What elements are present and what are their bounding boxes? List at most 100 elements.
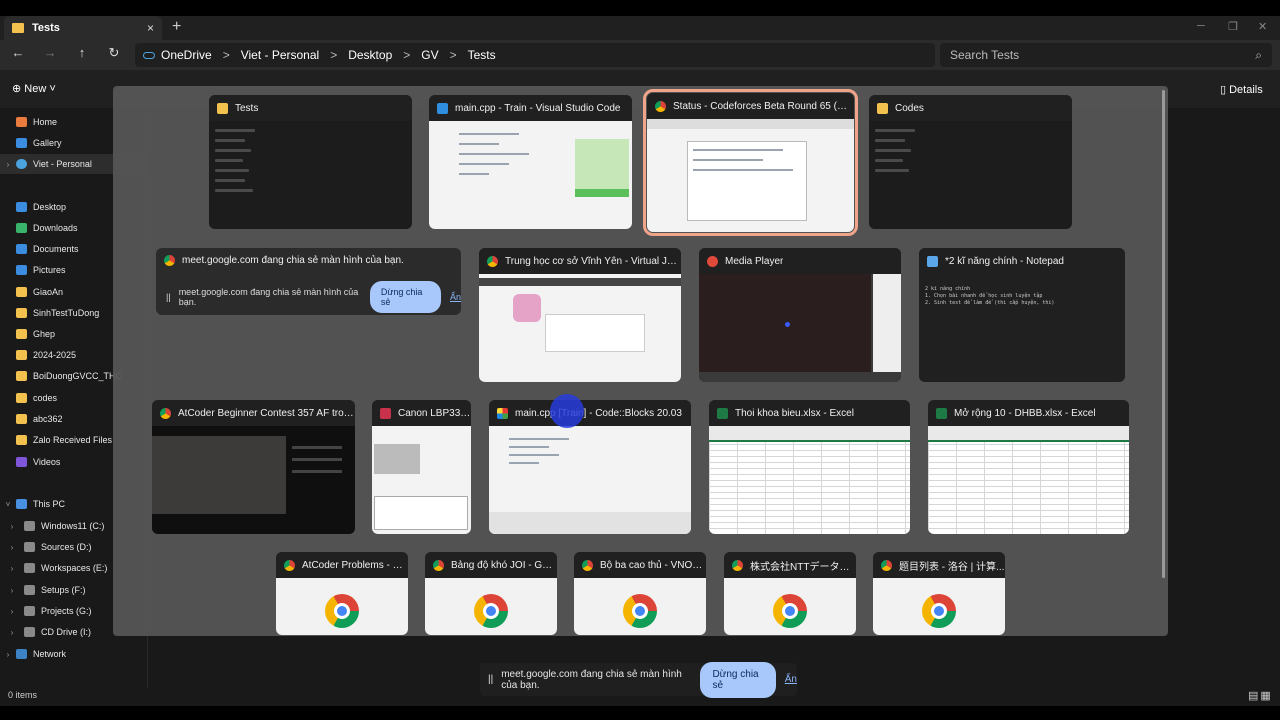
window-thumbnail-excel-dhbb[interactable]: Mở rộng 10 - DHBB.xlsx - Excel bbox=[928, 400, 1129, 534]
details-button[interactable]: ▯ Details bbox=[1220, 83, 1263, 96]
status-item-count: 0 items bbox=[8, 690, 38, 700]
window-preview bbox=[873, 578, 1005, 635]
drive-icon bbox=[24, 521, 35, 531]
sidebar-item-label: Pictures bbox=[33, 265, 66, 275]
back-icon[interactable]: ← bbox=[8, 45, 28, 60]
tab-strip: Tests × + ─ ❐ ✕ bbox=[0, 16, 1280, 40]
breadcrumb-viet-personal[interactable]: Viet - Personal bbox=[241, 48, 320, 62]
chrome-icon bbox=[160, 407, 171, 419]
window-thumbnail-codes[interactable]: Codes bbox=[869, 95, 1072, 229]
forward-icon[interactable]: → bbox=[40, 45, 60, 60]
share-card-message: meet.google.com đang chia sẻ màn hình củ… bbox=[178, 287, 359, 307]
notepad-icon bbox=[927, 255, 938, 267]
window-preview bbox=[372, 426, 471, 534]
breadcrumb-gv[interactable]: GV bbox=[421, 48, 438, 62]
folder-icon bbox=[12, 23, 24, 33]
stop-sharing-button[interactable]: Dừng chia sẻ bbox=[369, 281, 441, 313]
downloads-icon bbox=[16, 223, 27, 233]
folder-icon bbox=[16, 308, 27, 318]
window-thumbnail-joi-difficulty[interactable]: Bảng độ khó JOI - Goo... bbox=[425, 552, 557, 635]
screen-share-card: meet.google.com đang chia sẻ màn hình củ… bbox=[156, 248, 461, 315]
window-thumbnail-vnoj[interactable]: Bộ ba cao thủ - VNOJ:... bbox=[574, 552, 706, 635]
sidebar-item-label: Videos bbox=[33, 457, 61, 467]
folder-icon bbox=[877, 102, 888, 114]
new-tab-icon[interactable]: + bbox=[172, 18, 181, 36]
sidebar-item-label: CD Drive (I:) bbox=[41, 627, 91, 637]
breadcrumb-onedrive[interactable]: OneDrive bbox=[161, 48, 212, 62]
sidebar-item-label: Viet - Personal bbox=[33, 159, 92, 169]
window-thumbnail-ntt-data[interactable]: 株式会社NTTデータ数理... bbox=[724, 552, 856, 635]
search-input[interactable]: Search Tests ⌕ bbox=[940, 43, 1272, 67]
address-bar[interactable]: OneDrive > Viet - Personal > Desktop > G… bbox=[135, 43, 935, 67]
window-thumbnail-codeforces[interactable]: Status - Codeforces Beta Round 65 (Div..… bbox=[643, 89, 858, 236]
window-title: *2 kĩ năng chính - Notepad bbox=[945, 255, 1064, 267]
window-thumbnail-luogu[interactable]: 题目列表 - 洛谷 | 计算... bbox=[873, 552, 1005, 635]
drive-icon bbox=[24, 563, 35, 573]
minimize-icon[interactable]: ─ bbox=[1197, 20, 1205, 32]
window-preview bbox=[647, 119, 854, 232]
gallery-icon bbox=[16, 138, 27, 148]
breadcrumb-desktop[interactable]: Desktop bbox=[348, 48, 392, 62]
window-title: Status - Codeforces Beta Round 65 (Div..… bbox=[673, 100, 854, 112]
window-preview bbox=[276, 578, 408, 635]
sidebar-item-label: Projects (G:) bbox=[41, 606, 92, 616]
window-preview bbox=[489, 426, 691, 534]
close-tab-icon[interactable]: × bbox=[147, 21, 154, 35]
sidebar-item-label: Downloads bbox=[33, 223, 78, 233]
breadcrumb-separator: > bbox=[330, 48, 338, 62]
window-thumbnail-atcoder-abc357[interactable]: AtCoder Beginner Contest 357 AF trong... bbox=[152, 400, 355, 534]
new-button-label: New bbox=[24, 83, 47, 95]
window-thumbnail-notepad[interactable]: *2 kĩ năng chính - Notepad 2 kĩ năng chí… bbox=[919, 248, 1125, 382]
window-title: Tests bbox=[235, 102, 259, 114]
tab-tests[interactable]: Tests × bbox=[4, 16, 162, 40]
window-title: main.cpp [Train] - Code::Blocks 20.03 bbox=[515, 407, 682, 419]
window-title: Bảng độ khó JOI - Goo... bbox=[451, 559, 557, 571]
window-thumbnail-tests[interactable]: Tests bbox=[209, 95, 412, 229]
cd-drive-icon bbox=[24, 627, 35, 637]
cursor-highlight bbox=[550, 394, 584, 428]
view-toggle-icons[interactable]: ▤▦ bbox=[1248, 689, 1273, 702]
up-icon[interactable]: ↑ bbox=[72, 45, 92, 60]
window-title: Canon LBP3300 bbox=[398, 407, 471, 419]
folder-icon bbox=[16, 287, 27, 297]
window-preview bbox=[425, 578, 557, 635]
window-thumbnail-codeblocks[interactable]: main.cpp [Train] - Code::Blocks 20.03 bbox=[489, 400, 691, 534]
breadcrumb-tests[interactable]: Tests bbox=[468, 48, 496, 62]
sidebar-item-label: abc362 bbox=[33, 414, 63, 424]
sidebar-item-network[interactable]: › Network bbox=[0, 644, 148, 664]
sidebar-item-label: codes bbox=[33, 393, 58, 403]
hide-share-link[interactable]: Ẩn bbox=[450, 292, 461, 302]
hide-share-link[interactable]: Ẩn bbox=[785, 674, 797, 685]
sidebar-item-label: Network bbox=[33, 649, 67, 659]
chrome-icon bbox=[433, 559, 444, 571]
refresh-icon[interactable]: ↻ bbox=[104, 45, 124, 61]
breadcrumb-separator: > bbox=[449, 48, 457, 62]
window-preview: 2 kĩ năng chính 1. Chọn bài nhanh để học… bbox=[919, 274, 1125, 382]
window-thumbnail-vjudge[interactable]: Trung học cơ sở Vĩnh Yên - Virtual Judg.… bbox=[479, 248, 681, 382]
window-thumbnail-canon[interactable]: Canon LBP3300 bbox=[372, 400, 471, 534]
notepad-line: 1. Chọn bài nhanh để học sinh luyện tập bbox=[925, 293, 1043, 299]
close-window-icon[interactable]: ✕ bbox=[1258, 20, 1267, 33]
task-view-scrollbar[interactable] bbox=[1162, 90, 1165, 578]
share-bar-message: meet.google.com đang chia sẻ màn hình củ… bbox=[501, 668, 682, 691]
maximize-icon[interactable]: ❐ bbox=[1228, 20, 1238, 33]
chrome-icon bbox=[881, 559, 892, 571]
folder-icon bbox=[16, 393, 27, 403]
window-thumbnail-vscode[interactable]: main.cpp - Train - Visual Studio Code bbox=[429, 95, 632, 229]
excel-icon bbox=[717, 407, 728, 419]
window-thumbnail-excel-tkb[interactable]: Thoi khoa bieu.xlsx - Excel bbox=[709, 400, 910, 534]
drive-icon bbox=[24, 585, 35, 595]
drag-handle-icon[interactable]: || bbox=[488, 674, 493, 685]
drag-handle-icon[interactable]: || bbox=[166, 292, 171, 302]
sidebar-item-label: BoiDuongGVCC_THC bbox=[33, 371, 123, 381]
sidebar-item-label: Zalo Received Files bbox=[33, 435, 113, 445]
details-label: Details bbox=[1229, 84, 1263, 96]
new-button[interactable]: ⊕ New ˅ bbox=[12, 82, 56, 95]
window-thumbnail-atcoder-problems[interactable]: AtCoder Problems - G... bbox=[276, 552, 408, 635]
codeblocks-icon bbox=[497, 407, 508, 419]
window-thumbnail-media-player[interactable]: Media Player bbox=[699, 248, 901, 382]
stop-sharing-button[interactable]: Dừng chia sẻ bbox=[700, 661, 776, 698]
chrome-logo-icon bbox=[325, 593, 359, 628]
documents-icon bbox=[16, 244, 27, 254]
window-title: Codes bbox=[895, 102, 924, 114]
